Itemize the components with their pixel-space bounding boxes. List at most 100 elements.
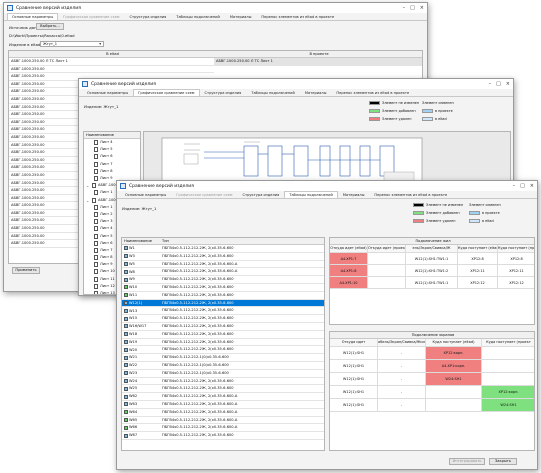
grid-cell[interactable]: W12(1):SH1:TW1:1 (406, 277, 458, 289)
integrate-button[interactable]: Интегрировать (449, 458, 485, 465)
wire-row[interactable]: W65 ПБГВ4х0.5-112-212-2Ж, 2(х0.35-6-600-А (122, 417, 324, 425)
wire-row[interactable]: W67 ПБГВ4х0.5-112-212-2Ж, 2(х0.35-6-600 (122, 432, 324, 440)
maximize-icon[interactable]: □ (410, 5, 415, 11)
grid-cell[interactable] (368, 277, 406, 289)
grid-cell[interactable]: W12(1):SH1 (330, 347, 378, 360)
tab-materials[interactable]: Материалы (338, 191, 370, 198)
wire-row[interactable]: W8 ПБГВ4х0.5-112-212-2Ж, 2(х0.35-6-600-А (122, 268, 324, 277)
grid-cell[interactable] (368, 253, 406, 265)
grid-cell[interactable]: XP12:корп. (482, 386, 534, 399)
wire-row[interactable]: W12(1) ПБГВ4х0.5-112-212-2Ж, 2(х0.35-6-60… (122, 299, 324, 308)
tree-item[interactable]: Лист 4 (84, 139, 140, 146)
grid-cell[interactable]: - (378, 347, 426, 360)
grid-cell[interactable]: A4.XP1:10 (330, 277, 368, 289)
tab-transfer[interactable]: Перенос элементов из eltad в проекте (256, 13, 339, 20)
grid-cell[interactable] (426, 386, 482, 399)
grid-cell[interactable]: W12(1):SH1 (330, 399, 378, 412)
wire-row[interactable]: W9 ПБГВ4х0.5-112-212-2Ж, 2(х0.35-6-600 (122, 276, 324, 284)
grid-cell[interactable]: W12(1):SH1 (330, 360, 378, 373)
wire-row[interactable]: W11 ПБГВ4х0.5-112-212-2Ж, 2(х0.35-6-600 (122, 292, 324, 300)
tab-graphic-compare[interactable]: Графическое сравнение схем (58, 13, 124, 20)
grid-cell[interactable]: W24:SH1 (482, 399, 534, 412)
grid-cell[interactable]: XP12:8 (498, 253, 534, 265)
tab-structure[interactable]: Структура изделия (125, 13, 172, 20)
wire-row[interactable]: W16/W17 ПБГВ4х0.5-112-212-2Ж, 2(х0.35-6-6… (122, 323, 324, 331)
grid-cell[interactable] (426, 399, 482, 412)
wire-row[interactable]: W1 ПБГВ4х0.5-112-212-2Ж, 2(х0.35-6-600 (122, 245, 324, 253)
grid-cell[interactable]: XP12:11 (458, 265, 498, 277)
tab-main-params[interactable]: Основные параметры (120, 191, 171, 198)
wire-row[interactable]: W23 ПБГВ4х0.5-112-212-1(0(х0.35-6-600 (122, 370, 324, 378)
grid-cell[interactable]: - (378, 373, 426, 386)
wire-row[interactable]: W21 ПБГВ4х0.5-112-212-1(0(х0.35-6-600 (122, 354, 324, 362)
grid-cell[interactable]: W12(1):SH1:TW1:2 (406, 265, 458, 277)
tab-connections[interactable]: Таблицы подключений (284, 191, 338, 198)
grid-cell[interactable] (482, 360, 534, 373)
wire-row[interactable]: W64 ПБГВ4х0.5-112-212-2Ж, 2(х0.35-6-600-А (122, 409, 324, 417)
grid-cell[interactable]: XP12:12 (458, 277, 498, 289)
close-icon[interactable]: × (506, 81, 510, 87)
grid-cell[interactable]: - (378, 360, 426, 373)
tab-materials[interactable]: Материалы (225, 13, 257, 20)
tab-transfer[interactable]: Перенос элементов из eltad в проекте (369, 191, 452, 198)
wire-row[interactable]: W63 ПБГВ4х0.5-112-212-2Ж, 2(х0.35-6-600-А (122, 401, 324, 409)
choose-source-button[interactable]: Выбрать... (36, 23, 64, 30)
wire-row[interactable]: W15 ПБГВ4х0.5-112-212-2Ж, 2(х0.35-6-600 (122, 315, 324, 323)
apply-button[interactable]: Применить (12, 267, 40, 274)
chevron-down-icon[interactable]: ⌄ (86, 197, 90, 204)
maximize-icon[interactable]: □ (496, 81, 501, 87)
tree-item[interactable]: Лист 5 (84, 146, 140, 153)
grid-cell[interactable]: W12(1):SH1 (330, 373, 378, 386)
wire-row[interactable]: W3 ПБГВ4х0.5-112-212-2Ж, 2(х0.35-6-600 (122, 253, 324, 261)
tree-item[interactable]: Лист 6 (84, 153, 140, 160)
grid-cell[interactable]: - (378, 399, 426, 412)
close-icon[interactable]: × (420, 5, 424, 11)
wire-row[interactable]: W19 ПБГВ4х0.5-112-212-2Ж, 2(х0.35-6-600 (122, 339, 324, 347)
grid-cell[interactable] (482, 373, 534, 386)
chevron-down-icon[interactable]: ⌄ (86, 182, 90, 189)
wire-row[interactable]: W24 ПБГВ4х0.5-112-212-2Ж, 2(х0.35-6-600 (122, 378, 324, 386)
tab-structure[interactable]: Структура изделия (200, 89, 247, 96)
grid-cell[interactable] (482, 347, 534, 360)
wire-row[interactable]: W25 ПБГВ4х0.5-112-212-2Ж, 2(х0.35-6-600 (122, 385, 324, 394)
tab-main-params[interactable]: Основные параметры (82, 89, 133, 96)
grid-cell[interactable] (368, 265, 406, 277)
tab-main-params[interactable]: Основные параметры (7, 13, 59, 20)
tab-materials[interactable]: Материалы (300, 89, 332, 96)
grid-cell[interactable]: A4.XP1:7 (330, 253, 368, 265)
grid-cell[interactable]: W12(1):SH1 (330, 386, 378, 399)
tab-connections[interactable]: Таблицы подключений (246, 89, 300, 96)
wire-row[interactable]: W20 ПБГВ4х0.5-112-212-2Ж, 2(х0.35-6-600 (122, 346, 324, 355)
minimize-icon[interactable]: – (513, 183, 516, 189)
minimize-icon[interactable]: – (403, 5, 406, 11)
wire-row[interactable]: W13 ПБГВ4х0.5-112-212-2Ж, 2(х0.35-6-600 (122, 307, 324, 316)
wire-row[interactable]: W22 ПБГВ4х0.5-112-212-1(0(х0.35-6-600 (122, 362, 324, 370)
wire-row[interactable]: W5 ПБГВ4х0.5-112-212-2Ж, 2(х0.35-6-600-А (122, 261, 324, 269)
wire-row[interactable]: W10 ПБГВ4х0.5-112-212-2Ж, 2(х0.35-6-600 (122, 284, 324, 292)
tab-graphic-compare[interactable]: Графическое сравнение схем (133, 89, 200, 96)
tab-connections[interactable]: Таблицы подключений (171, 13, 225, 20)
tab-transfer[interactable]: Перенос элементов из eltad в проекте (331, 89, 414, 96)
table-row[interactable]: АБВГ.1000.250.00 Л ТС Лист 1 (9, 58, 214, 66)
table-row[interactable]: АБВГ.1000.250.00 Л ТС Лист 1 (214, 58, 422, 66)
grid-cell[interactable]: XP12:12 (498, 277, 534, 289)
wire-row[interactable]: W62 ПБГВ4х0.5-112-212-2Ж, 2(х0.35-6-600-А (122, 393, 324, 401)
minimize-icon[interactable]: – (489, 81, 492, 87)
grid-cell[interactable]: A4.XP1:корп. (426, 360, 482, 373)
close-button[interactable]: Закрыть (489, 458, 517, 465)
item-select[interactable]: Жгут_1 ▾ (40, 41, 104, 47)
table-row[interactable]: АБВГ.1000.250.00 (9, 66, 214, 74)
grid-cell[interactable]: XP12:11 (498, 265, 534, 277)
grid-cell[interactable]: W24:SH1 (426, 373, 482, 386)
wire-row[interactable]: W18 ПБГВ4х0.5-112-212-2Ж, 2(х0.35-6-600 (122, 331, 324, 339)
grid-cell[interactable]: A4.XP1:8 (330, 265, 368, 277)
close-icon[interactable]: × (530, 183, 534, 189)
wire-row[interactable]: W66 ПБГВ4х0.5-112-212-2Ж, 2(х0.35-6-600-А (122, 424, 324, 433)
grid-cell[interactable]: XP12:корп. (426, 347, 482, 360)
grid-cell[interactable]: XP12:8 (458, 253, 498, 265)
grid-cell[interactable]: - (378, 386, 426, 399)
maximize-icon[interactable]: □ (520, 183, 525, 189)
tab-graphic-compare[interactable]: Графическое сравнение схем (171, 191, 237, 198)
tree-item[interactable]: Лист 8 (84, 168, 140, 175)
grid-cell[interactable]: W12(1):SH1:TW1:1 (406, 253, 458, 265)
